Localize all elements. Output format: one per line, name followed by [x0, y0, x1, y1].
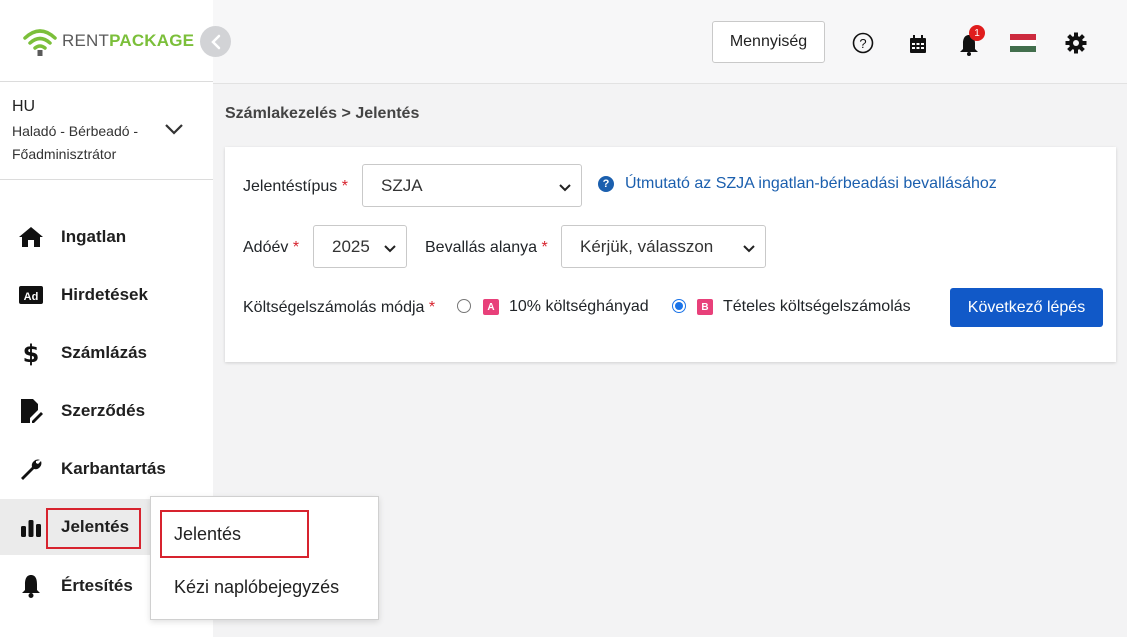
required-mark: * — [341, 178, 348, 195]
gear-icon[interactable] — [1065, 32, 1087, 54]
quantity-button[interactable]: Mennyiség — [712, 21, 825, 63]
svg-text:$: $ — [23, 340, 40, 366]
calendar-icon[interactable] — [909, 35, 927, 54]
cost-method-label-text: Költségelszámolás módja — [243, 299, 425, 316]
divider — [0, 81, 213, 82]
sidebar-item-karbantartas[interactable]: Karbantartás — [0, 441, 213, 497]
sidebar-item-label: Szerződés — [61, 401, 146, 420]
topbar: Mennyiség ? 1 — [213, 0, 1127, 84]
next-step-button[interactable]: Következő lépés — [950, 288, 1103, 327]
report-type-label: Jelentéstípus * — [243, 178, 348, 196]
divider — [0, 179, 213, 180]
chevron-down-icon — [384, 240, 396, 260]
notification-badge: 1 — [969, 25, 985, 41]
bell-icon — [18, 573, 44, 599]
szja-guide-link[interactable]: ? Útmutató az SZJA ingatlan-bérbeadási b… — [598, 175, 997, 193]
subject-select[interactable]: Kérjük, válasszon — [561, 225, 766, 268]
required-mark: * — [428, 299, 436, 316]
svg-text:?: ? — [859, 36, 866, 51]
account-role: Haladó - Bérbeadó - Főadminisztrátor — [12, 123, 139, 162]
chevron-down-icon — [559, 179, 571, 199]
report-type-select[interactable]: SZJA — [362, 164, 582, 207]
contract-icon — [18, 398, 44, 424]
highlight-box-submenu-jelentes — [160, 510, 309, 558]
option-b-label[interactable]: Tételes költségelszámolás — [723, 298, 911, 316]
option-b-radio[interactable] — [672, 299, 686, 313]
breadcrumb: Számlakezelés > Jelentés — [225, 105, 420, 122]
bar-chart-icon — [18, 514, 44, 540]
sidebar-item-label: Karbantartás — [61, 459, 166, 478]
account-lang: HU — [12, 98, 36, 115]
logo-text-package: PACKAGE — [109, 31, 195, 50]
svg-text:Ad: Ad — [24, 291, 39, 303]
account-switcher[interactable]: HU Haladó - Bérbeadó - Főadminisztrátor — [12, 98, 202, 166]
submenu-item-manual-journal[interactable]: Kézi naplóbejegyzés — [174, 577, 339, 598]
required-mark: * — [292, 239, 300, 256]
sidebar-item-label: Számlázás — [61, 343, 147, 362]
report-type-label-text: Jelentéstípus — [243, 178, 338, 195]
sidebar-item-szerzodes[interactable]: Szerződés — [0, 383, 213, 439]
hungarian-flag-icon[interactable] — [1010, 34, 1036, 52]
report-form-card: Jelentéstípus * SZJA ? Útmutató az SZJA … — [225, 147, 1116, 362]
sidebar-item-label: Hirdetések — [61, 285, 148, 304]
logo[interactable]: RENTPACKAGE — [22, 24, 194, 58]
sidebar-item-hirdetesek[interactable]: Ad Hirdetések — [0, 267, 213, 323]
tax-year-label: Adóév * — [243, 239, 299, 257]
chevron-left-icon — [210, 34, 220, 49]
subject-label: Bevallás alanya * — [425, 239, 548, 257]
option-b-tag: B — [697, 299, 713, 315]
wifi-house-logo-icon — [23, 29, 57, 56]
option-a-tag: A — [483, 299, 499, 315]
option-a-radio[interactable] — [457, 299, 471, 313]
sidebar-item-szamlazas[interactable]: $ Számlázás — [0, 325, 213, 381]
report-type-value: SZJA — [381, 175, 423, 195]
logo-text: RENTPACKAGE — [62, 31, 194, 51]
chevron-down-icon — [743, 240, 755, 260]
sidebar-collapse-button[interactable] — [200, 26, 231, 57]
logo-text-rent: RENT — [62, 31, 110, 50]
ad-icon: Ad — [18, 282, 44, 308]
wrench-icon — [18, 456, 44, 482]
home-icon — [18, 224, 44, 250]
chevron-down-icon[interactable] — [164, 122, 184, 140]
subject-value: Kérjük, válasszon — [580, 236, 714, 256]
subject-label-text: Bevallás alanya — [425, 239, 538, 256]
highlight-box-jelentes — [46, 508, 141, 549]
sidebar-item-label: Ingatlan — [61, 227, 127, 246]
tax-year-label-text: Adóév — [243, 239, 289, 256]
required-mark: * — [541, 239, 548, 256]
tax-year-select[interactable]: 2025 — [313, 225, 407, 268]
notification-bell-icon[interactable]: 1 — [959, 25, 985, 56]
cost-method-label: Költségelszámolás módja * — [243, 299, 435, 317]
help-circle-icon: ? — [598, 176, 614, 192]
tax-year-value: 2025 — [332, 236, 370, 256]
dollar-icon: $ — [18, 340, 44, 366]
sidebar-item-ingatlan[interactable]: Ingatlan — [0, 209, 213, 265]
option-a-label[interactable]: 10% költséghányad — [509, 298, 649, 316]
help-icon[interactable]: ? — [852, 32, 874, 54]
sidebar-item-label: Értesítés — [61, 576, 133, 595]
szja-guide-link-text: Útmutató az SZJA ingatlan-bérbeadási bev… — [625, 175, 997, 192]
